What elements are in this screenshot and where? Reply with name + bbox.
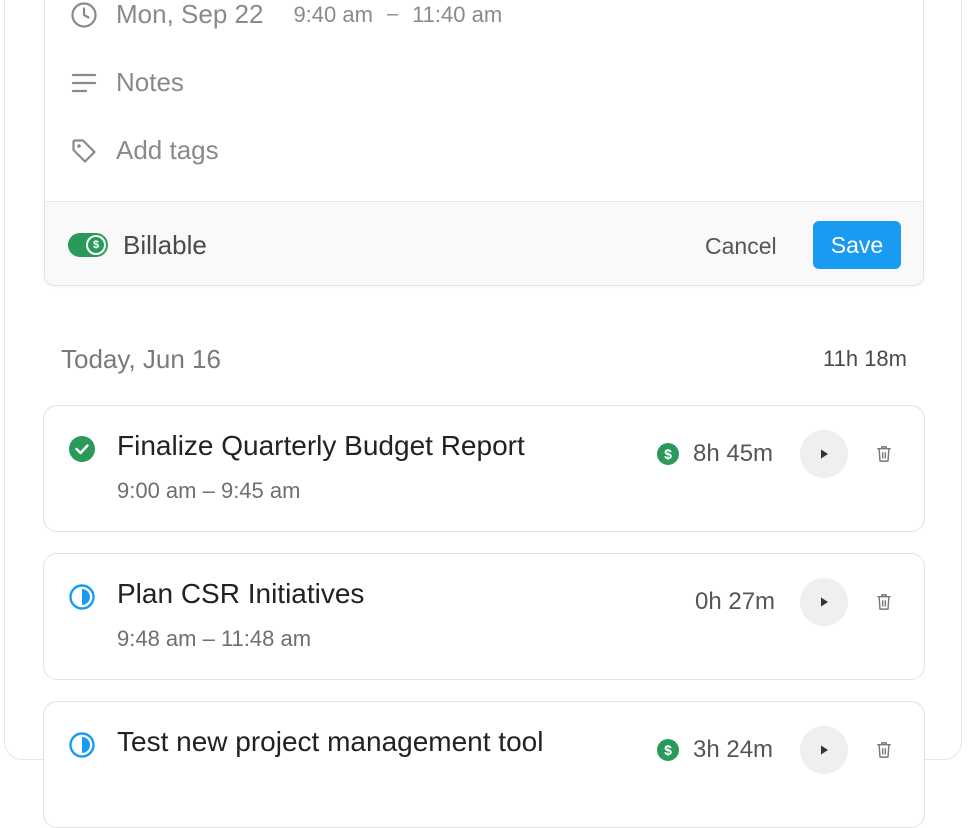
time-entry[interactable]: Test new project management tool $ 3h 24… <box>43 701 925 828</box>
trash-icon <box>877 446 891 462</box>
edit-footer: $ Billable Cancel Save <box>45 201 923 285</box>
time-entry[interactable]: Plan CSR Initiatives 9:48 am – 11:48 am … <box>43 553 925 680</box>
billable-dollar-icon: $ <box>657 739 679 761</box>
day-title: Today, Jun 16 <box>61 344 221 374</box>
time-separator: – <box>386 3 399 25</box>
entry-title[interactable]: Plan CSR Initiatives <box>117 578 364 610</box>
delete-button[interactable] <box>870 440 898 468</box>
billable-toggle-knob: $ <box>86 235 106 255</box>
billable-dollar-icon: $ <box>657 443 679 465</box>
billable-toggle[interactable]: $ <box>68 233 108 257</box>
entry-duration: 0h 27m <box>695 588 776 615</box>
dollar-icon: $ <box>88 237 104 253</box>
entry-title[interactable]: Finalize Quarterly Budget Report <box>117 430 525 462</box>
clock-icon <box>69 0 99 30</box>
time-entry[interactable]: Finalize Quarterly Budget Report 9:00 am… <box>43 405 925 532</box>
start-time-field[interactable]: 9:40 am <box>293 2 373 28</box>
half-circle-icon <box>68 730 98 760</box>
delete-button[interactable] <box>870 736 898 764</box>
date-time-row: Mon, Sep 22 9:40 am – 11:40 am <box>69 0 502 30</box>
entry-duration: 3h 24m <box>693 736 774 763</box>
entry-time-range: 9:00 am – 9:45 am <box>117 478 301 503</box>
tags-input[interactable]: Add tags <box>116 135 219 166</box>
entry-time-range: 9:48 am – 11:48 am <box>117 626 312 651</box>
notes-lines-icon <box>69 68 99 98</box>
half-circle-icon <box>68 582 98 612</box>
date-field[interactable]: Mon, Sep 22 <box>116 0 263 30</box>
play-icon <box>821 597 828 607</box>
play-button[interactable] <box>800 578 848 626</box>
play-button[interactable] <box>800 430 848 478</box>
trash-icon <box>877 742 891 758</box>
edit-entry-card: Mon, Sep 22 9:40 am – 11:40 am Notes Add… <box>44 0 924 286</box>
day-total: 11h 18m <box>823 346 907 371</box>
entry-title[interactable]: Test new project management tool <box>117 726 543 758</box>
delete-button[interactable] <box>870 588 898 616</box>
billable-label: Billable <box>123 230 207 260</box>
trash-icon <box>877 594 891 610</box>
tag-icon <box>69 136 99 166</box>
notes-row[interactable]: Notes <box>69 67 184 98</box>
check-circle-icon <box>68 434 98 464</box>
play-icon <box>821 745 828 755</box>
play-button[interactable] <box>800 726 848 774</box>
end-time-field[interactable]: 11:40 am <box>412 2 502 28</box>
play-icon <box>821 449 828 459</box>
save-button[interactable]: Save <box>813 221 901 269</box>
entry-duration: 8h 45m <box>693 440 774 467</box>
notes-input[interactable]: Notes <box>116 67 184 98</box>
cancel-button[interactable]: Cancel <box>687 222 795 270</box>
tags-row[interactable]: Add tags <box>69 135 219 166</box>
